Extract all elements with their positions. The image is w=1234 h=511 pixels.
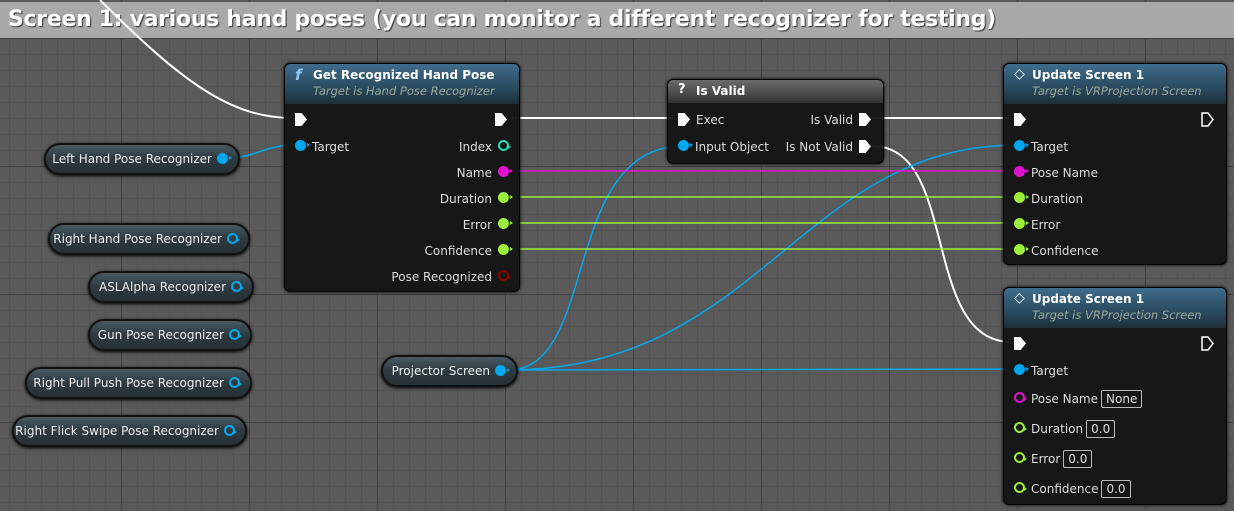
error-input[interactable]: 0.0 — [1063, 449, 1093, 468]
object-pin[interactable] — [231, 281, 244, 292]
pose-name-pin[interactable] — [1014, 392, 1027, 403]
pin-label: Error — [1031, 451, 1061, 466]
index-pin[interactable] — [498, 140, 511, 151]
pin-label: Error — [1031, 217, 1061, 232]
pin-label: Target — [1031, 363, 1069, 378]
pin-label: Duration — [439, 191, 492, 206]
object-pin[interactable] — [217, 153, 232, 164]
pin-label: Pose Name — [1031, 165, 1099, 180]
var-gun-pose-recognizer[interactable]: Gun Pose Recognizer — [88, 319, 252, 351]
error-pin[interactable] — [498, 218, 513, 229]
confidence-pin[interactable] — [498, 244, 513, 255]
pin-label: Pose Recognized — [391, 269, 492, 284]
var-right-flick-swipe-pose-recognizer[interactable]: Right Flick Swipe Pose Recognizer — [12, 415, 247, 447]
exec-in-pin[interactable] — [295, 113, 307, 126]
question-icon: ? — [678, 82, 686, 97]
pin-label: Confidence — [424, 243, 492, 258]
node-subtitle: Target is VRProjection Screen — [1032, 84, 1202, 98]
confidence-input[interactable]: 0.0 — [1101, 479, 1131, 498]
pin-label: Confidence — [1031, 481, 1099, 496]
var-label: Projector Screen — [391, 364, 490, 378]
confidence-pin[interactable] — [1014, 482, 1027, 493]
event-diamond-icon: ◇ — [1014, 290, 1025, 306]
object-pin[interactable] — [227, 233, 240, 244]
pin-label: Input Object — [695, 139, 769, 154]
pin-label: Error — [462, 217, 492, 232]
var-label: ASLAlpha Recognizer — [98, 280, 226, 294]
input-object-pin[interactable] — [678, 140, 693, 151]
target-pin[interactable] — [1014, 364, 1029, 375]
event-diamond-icon: ◇ — [1014, 66, 1025, 82]
var-label: Right Flick Swipe Pose Recognizer — [15, 424, 219, 438]
var-label: Right Pull Push Pose Recognizer — [33, 376, 224, 390]
update-screen-node-2[interactable]: ◇ Update Screen 1 Target is VRProjection S… — [1003, 287, 1227, 505]
error-pin[interactable] — [1014, 218, 1029, 229]
node-title: Get Recognized Hand Pose — [313, 68, 495, 82]
var-right-pull-push-pose-recognizer[interactable]: Right Pull Push Pose Recognizer — [25, 367, 252, 399]
get-recognized-hand-pose-node[interactable]: f Get Recognized Hand Pose Target is Hand … — [284, 63, 520, 292]
comment-banner[interactable]: Screen 1: various hand poses (you can mo… — [0, 2, 1234, 38]
pin-label: Duration — [1031, 191, 1084, 206]
node-subtitle: Target is Hand Pose Recognizer — [313, 84, 495, 98]
target-pin[interactable] — [295, 140, 310, 151]
pose-name-input[interactable]: None — [1101, 389, 1143, 408]
node-title: Update Screen 1 — [1032, 68, 1145, 82]
pin-label: Index — [458, 139, 492, 154]
pose-recognized-pin[interactable] — [498, 270, 511, 281]
var-label: Right Hand Pose Recognizer — [53, 232, 222, 246]
object-pin[interactable] — [224, 425, 237, 436]
duration-input[interactable]: 0.0 — [1086, 419, 1116, 438]
function-icon: f — [295, 66, 302, 84]
target-pin[interactable] — [1014, 140, 1029, 151]
error-pin[interactable] — [1014, 452, 1027, 463]
update-screen-node-1[interactable]: ◇ Update Screen 1 Target is VRProjection S… — [1003, 63, 1227, 265]
var-projector-screen[interactable]: Projector Screen — [381, 355, 518, 387]
var-right-hand-pose-recognizer[interactable]: Right Hand Pose Recognizer — [48, 223, 250, 255]
pin-label: Duration — [1031, 421, 1084, 436]
pin-label: Pose Name — [1031, 391, 1099, 406]
pin-label: Target — [1031, 139, 1069, 154]
pin-label: Is Not Valid — [785, 139, 853, 154]
pin-label: Name — [456, 165, 492, 180]
object-pin[interactable] — [229, 377, 242, 388]
pose-name-pin[interactable] — [1014, 166, 1029, 177]
confidence-pin[interactable] — [1014, 244, 1029, 255]
object-pin[interactable] — [229, 329, 242, 340]
var-aslalpha-recognizer[interactable]: ASLAlpha Recognizer — [88, 271, 254, 303]
name-pin[interactable] — [498, 166, 513, 177]
pin-label: Is Valid — [810, 112, 853, 127]
var-label: Gun Pose Recognizer — [97, 328, 224, 342]
exec-in-pin[interactable] — [1014, 113, 1026, 126]
var-label: Left Hand Pose Recognizer — [52, 152, 212, 166]
exec-out-pin[interactable] — [495, 113, 507, 126]
node-subtitle: Target is VRProjection Screen — [1032, 308, 1202, 322]
pin-label: Confidence — [1031, 243, 1099, 258]
node-title: Update Screen 1 — [1032, 292, 1145, 306]
object-pin[interactable] — [495, 365, 510, 376]
exec-in-pin[interactable] — [1014, 337, 1026, 350]
is-valid-node[interactable]: ? Is Valid Exec Input Object Is Valid Is … — [667, 79, 884, 164]
exec-out-pin[interactable] — [1201, 112, 1214, 127]
pin-label: Exec — [696, 112, 725, 127]
pin-label: Target — [312, 139, 350, 154]
duration-pin[interactable] — [498, 192, 513, 203]
duration-pin[interactable] — [1014, 422, 1027, 433]
exec-in-pin[interactable] — [678, 113, 690, 126]
duration-pin[interactable] — [1014, 192, 1029, 203]
is-not-valid-exec-pin[interactable] — [859, 140, 871, 153]
is-valid-exec-pin[interactable] — [859, 113, 871, 126]
var-left-hand-pose-recognizer[interactable]: Left Hand Pose Recognizer — [44, 143, 240, 175]
exec-out-pin[interactable] — [1201, 336, 1214, 351]
node-title: Is Valid — [696, 84, 746, 98]
